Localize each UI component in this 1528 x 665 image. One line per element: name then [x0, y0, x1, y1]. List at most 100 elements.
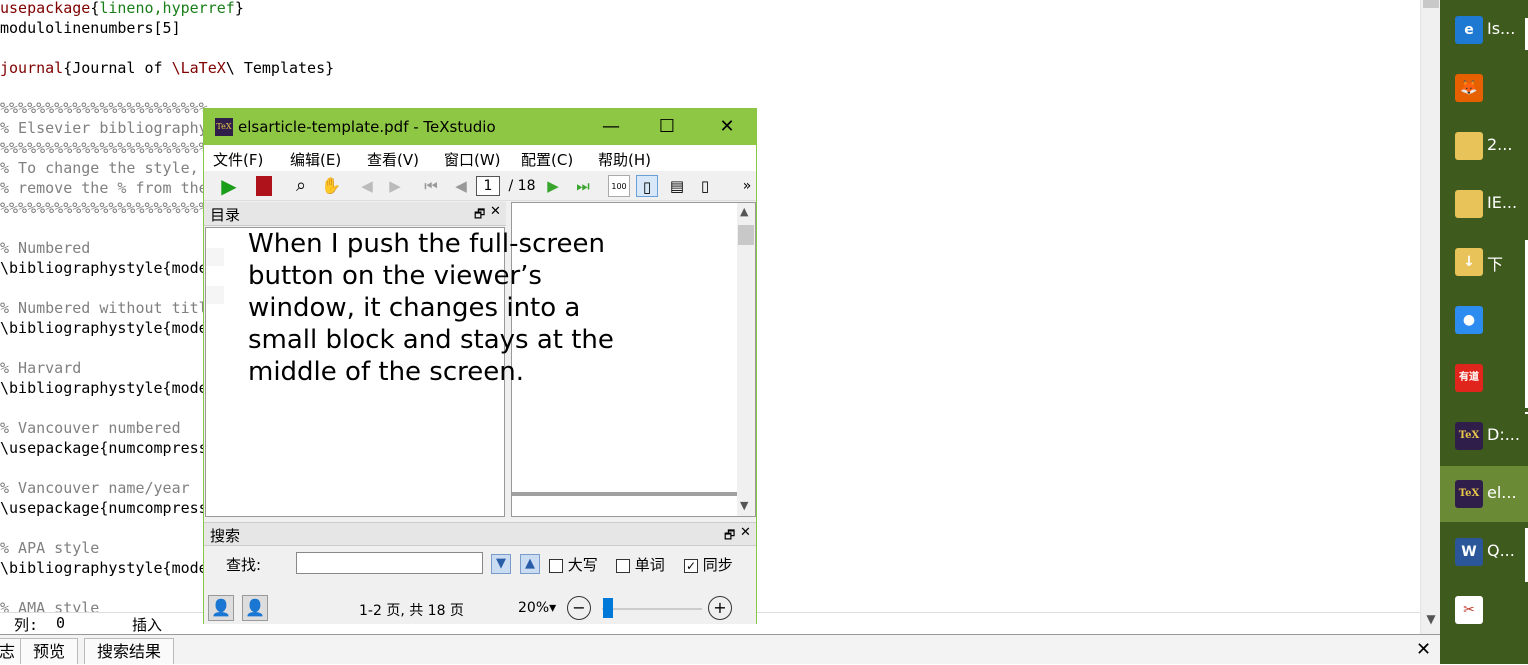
taskbar-item[interactable]: ↓ 下 [1440, 234, 1528, 290]
actual-size-icon[interactable]: 100 [608, 175, 630, 197]
minimize-button[interactable]: — [588, 114, 634, 140]
page-number-input[interactable]: 1 [476, 176, 500, 196]
code-line: modulolinenumbers[5] [0, 18, 181, 38]
taskbar-item[interactable]: e Is... [1440, 2, 1528, 58]
code-token: \bibliographystyle{mode [0, 259, 208, 277]
zoom-slider-track[interactable] [602, 608, 702, 610]
close-panel-icon[interactable]: ✕ [490, 204, 501, 219]
find-next-down-icon[interactable]: ▼ [491, 554, 511, 574]
taskbar-label: 下 [1487, 255, 1504, 274]
zoom-level[interactable]: 20%▾ [518, 600, 556, 616]
scrollbar-thumb[interactable] [1423, 0, 1439, 8]
forward-arrow-icon[interactable]: ▶ [384, 175, 406, 197]
option-label: 同步 [702, 556, 733, 574]
zoom-in-icon[interactable]: + [708, 596, 732, 620]
scroll-up-arrow-icon[interactable]: ▲ [740, 205, 748, 218]
code-token: % Numbered without titl [0, 299, 208, 317]
editor-scrollbar[interactable]: ▼ [1420, 0, 1440, 634]
scroll-down-arrow-icon[interactable]: ▼ [740, 499, 748, 512]
word-icon: W [1455, 538, 1483, 566]
pdf-document-icon[interactable] [256, 176, 272, 196]
code-line: % To change the style, [0, 158, 199, 178]
user-icon[interactable]: 👤 [242, 595, 268, 621]
folder-icon [1455, 190, 1483, 218]
back-arrow-icon[interactable]: ◀ [356, 175, 378, 197]
option-sync[interactable]: ✓ 同步 [684, 554, 733, 575]
zoom-value: 20% [518, 600, 550, 616]
taskbar-item[interactable]: 🦊 [1440, 60, 1528, 116]
code-token: %%%%%%%%%%%%%%%%%%%%%%% [0, 99, 208, 117]
float-panel-icon[interactable]: 🗗 [724, 526, 735, 547]
taskbar-label: Is... [1487, 19, 1516, 38]
taskbar-item[interactable]: W Q... [1440, 524, 1528, 580]
first-page-icon[interactable]: ⏮ [420, 175, 442, 197]
compile-play-icon[interactable]: ▶ [218, 175, 240, 197]
close-panel-icon[interactable]: ✕ [740, 525, 751, 540]
code-line: % AMA style [0, 598, 99, 612]
option-word[interactable]: 单词 [616, 554, 665, 575]
scroll-down-arrow-icon[interactable]: ▼ [1423, 612, 1439, 630]
fit-text-icon[interactable]: ▤ [666, 175, 688, 197]
code-token: % Vancouver name/year [0, 479, 190, 497]
code-token: % remove the % from the [0, 179, 208, 197]
toolbar-overflow-icon[interactable]: » [736, 175, 758, 197]
code-line: % Harvard [0, 358, 81, 378]
find-previous-up-icon[interactable]: ▲ [520, 554, 540, 574]
tab-search-results[interactable]: 搜索结果 [84, 638, 175, 664]
previous-page-icon[interactable]: ◀ [450, 175, 472, 197]
taskbar-item[interactable]: ● [1440, 292, 1528, 348]
taskbar-item[interactable]: TeX D:... [1440, 408, 1528, 464]
taskbar-item[interactable]: 2... [1440, 118, 1528, 174]
tab-preview[interactable]: 预览 [20, 638, 79, 664]
menu-window[interactable]: 窗口(W) [444, 149, 501, 170]
taskbar-item[interactable]: IE... [1440, 176, 1528, 232]
taskbar-item[interactable]: 有道 [1440, 350, 1528, 406]
taskbar-item[interactable]: ✂ [1440, 582, 1528, 638]
taskbar-label: IE... [1487, 193, 1518, 212]
code-token: % To change the style, [0, 159, 199, 177]
taskbar-item[interactable]: TeX el... [1440, 466, 1528, 522]
menu-help[interactable]: 帮助(H) [598, 149, 651, 170]
viewer-scrollbar[interactable]: ▲ ▼ [737, 203, 755, 516]
tree-expander[interactable] [206, 286, 224, 304]
user-icon[interactable]: 👤 [208, 595, 234, 621]
code-line: %%%%%%%%%%%%%%%%%%%%%%% [0, 138, 208, 158]
fit-page-icon[interactable]: ▯ [694, 175, 716, 197]
page-separator [512, 492, 737, 496]
code-token: % Elsevier bibliography [0, 119, 208, 137]
scrollbar-thumb[interactable] [738, 225, 754, 245]
code-token: \usepackage{numcompress [0, 439, 208, 457]
code-token: % AMA style [0, 599, 100, 612]
code-token: lineno,hyperref [99, 0, 235, 17]
tree-expander[interactable] [206, 248, 224, 266]
search-icon[interactable]: ⌕ [290, 175, 312, 197]
downloads-folder-icon: ↓ [1455, 248, 1483, 276]
last-page-icon[interactable]: ⏭ [572, 175, 594, 197]
checkbox-checked[interactable]: ✓ [684, 558, 698, 573]
menu-view[interactable]: 查看(V) [367, 149, 419, 170]
code-line: % APA style [0, 538, 99, 558]
find-input[interactable] [296, 552, 483, 574]
option-label: 大写 [567, 556, 598, 574]
close-panel-icon[interactable]: ✕ [1416, 639, 1431, 660]
taskbar-label: Q... [1487, 541, 1515, 560]
next-page-icon[interactable]: ▶ [542, 175, 564, 197]
checkbox[interactable] [549, 558, 563, 573]
hand-tool-icon[interactable]: ✋ [320, 175, 342, 197]
window-title-bar[interactable]: TeX elsarticle-template.pdf - TeXstudio … [204, 109, 756, 145]
maximize-button[interactable]: ☐ [644, 114, 690, 140]
close-button[interactable]: ✕ [704, 114, 750, 140]
menu-config[interactable]: 配置(C) [521, 149, 573, 170]
menu-file[interactable]: 文件(F) [213, 149, 263, 170]
zoom-out-icon[interactable]: − [567, 596, 591, 620]
menu-edit[interactable]: 编辑(E) [290, 149, 341, 170]
fit-width-icon[interactable]: ▯ [636, 175, 658, 197]
float-panel-icon[interactable]: 🗗 [474, 205, 485, 226]
code-token: % Harvard [0, 359, 82, 377]
code-token: %%%%%%%%%%%%%%%%%%%%%%% [0, 199, 208, 217]
checkbox[interactable] [616, 558, 630, 573]
option-case[interactable]: 大写 [549, 554, 598, 575]
code-line: % Numbered [0, 238, 90, 258]
texstudio-icon: TeX [1455, 480, 1483, 508]
zoom-slider-handle[interactable] [603, 598, 613, 618]
